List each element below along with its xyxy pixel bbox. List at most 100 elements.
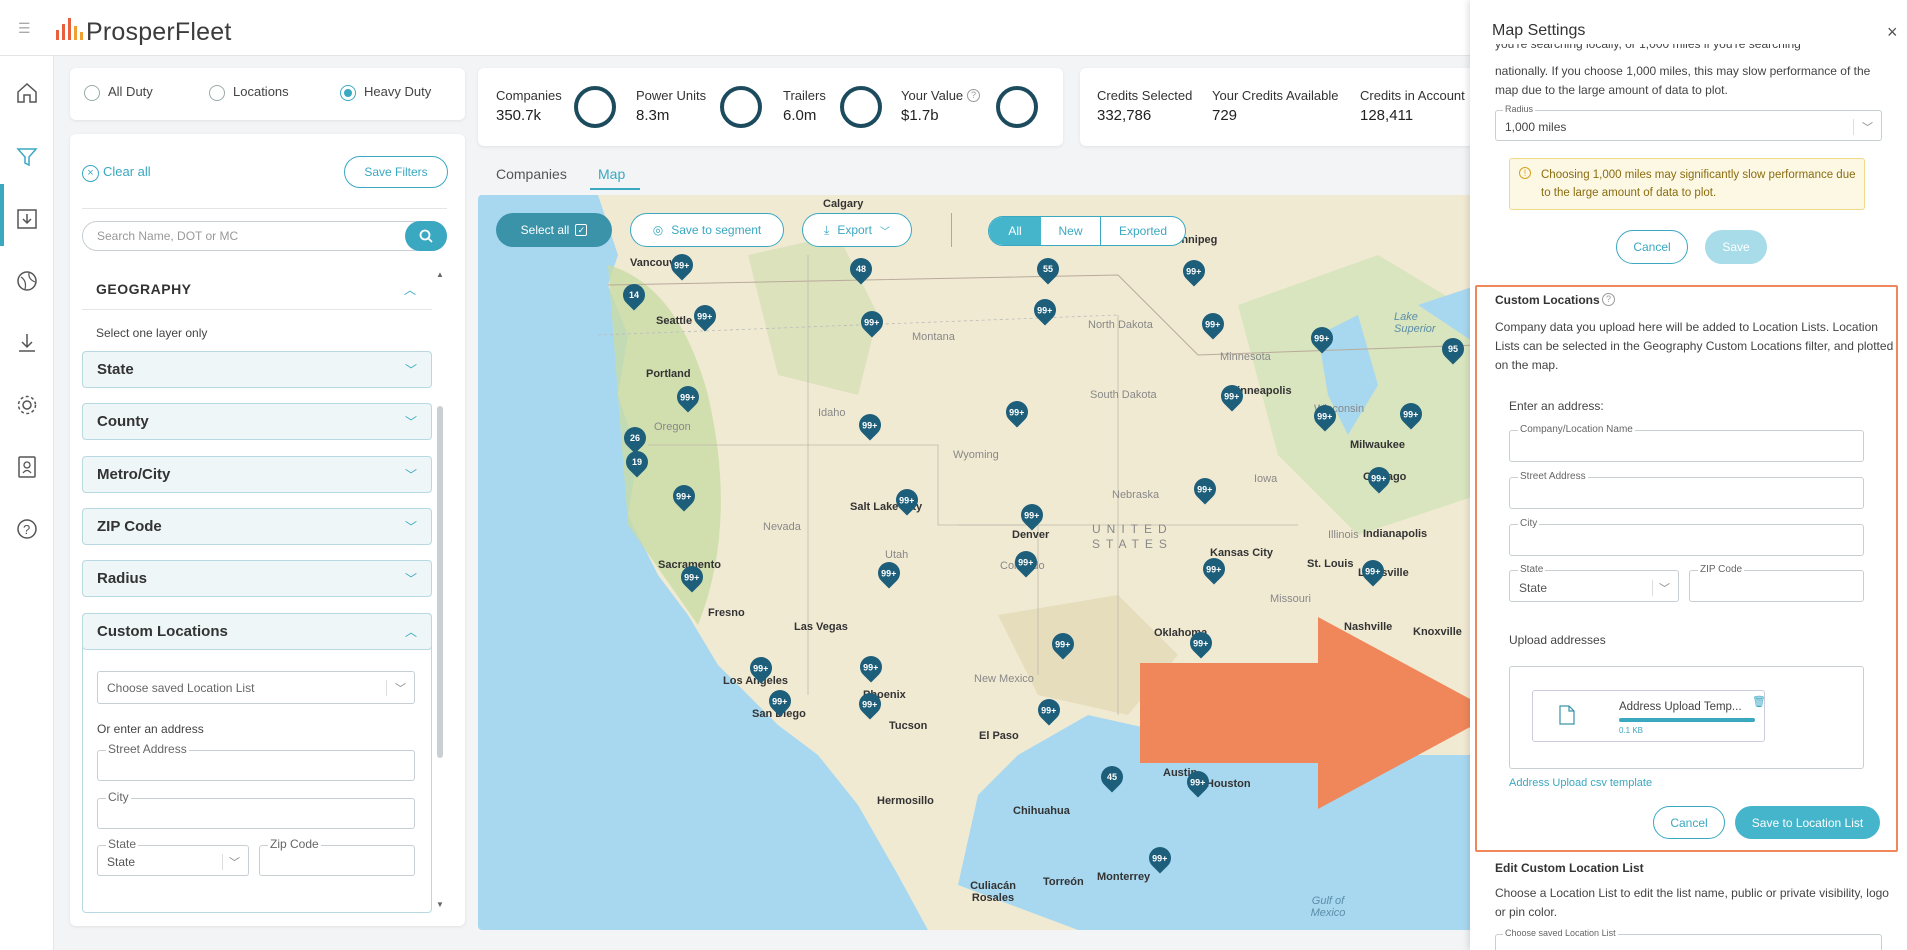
select-all-button[interactable]: Select all ✓ (496, 213, 612, 247)
warning-text: Choosing 1,000 miles may significantly s… (1541, 169, 1856, 199)
csv-template-link[interactable]: Address Upload csv template (1509, 777, 1652, 789)
stat-trailers-label: Trailers (783, 88, 826, 103)
filter-icon[interactable] (10, 140, 44, 174)
pin-count: 99+ (1037, 305, 1053, 315)
region-label: UNITED (1092, 522, 1173, 536)
region-label: STATES (1092, 537, 1173, 551)
trash-icon[interactable]: 🗑 (1752, 695, 1766, 708)
highlight-arrow-icon (1140, 617, 1496, 809)
filter-custom-locations[interactable]: Custom Locations ︿ (82, 613, 432, 650)
search-button[interactable] (405, 221, 447, 251)
radius-intro: nationally. If you choose 1,000 miles, t… (1495, 64, 1871, 97)
info-icon[interactable]: ? (967, 89, 980, 102)
radio-icon[interactable] (84, 84, 100, 101)
chevron-down-icon: ﹀ (404, 363, 417, 377)
pin-count: 45 (1106, 772, 1118, 783)
filter-county-label: County (97, 413, 149, 430)
pin-count: 99+ (697, 311, 713, 321)
warning-icon: ! (1519, 167, 1531, 179)
tab-map[interactable]: Map (598, 166, 625, 182)
value-ring (996, 86, 1038, 128)
upload-addresses-title: Upload addresses (1509, 633, 1606, 647)
chevron-down-icon: ﹀ (1853, 119, 1873, 135)
filter-all-button[interactable]: All (989, 217, 1041, 245)
upload-dropzone[interactable]: Address Upload Temp... 0.1 KB 🗑 (1509, 666, 1864, 769)
filter-metro-city[interactable]: Metro/City ﹀ (82, 456, 432, 493)
city-label: Torreón (1043, 876, 1084, 888)
filter-state[interactable]: State ﹀ (82, 351, 432, 388)
help-icon[interactable]: ? (1602, 293, 1615, 306)
city-input[interactable] (1509, 524, 1864, 556)
download-icon[interactable] (10, 326, 44, 360)
filter-zip-code[interactable]: ZIP Code ﹀ (82, 508, 432, 545)
chevron-up-icon[interactable]: ︿ (404, 281, 416, 298)
street-address-label: Street Address (106, 742, 189, 756)
region-label: Lake Superior (1394, 311, 1436, 335)
choose-location-list-select[interactable]: Choose saved Location List ﹀ (97, 671, 415, 704)
tab-companies[interactable]: Companies (496, 166, 567, 182)
scrollbar-thumb[interactable] (437, 406, 443, 758)
save-to-segment-button[interactable]: ◎ Save to segment (630, 213, 784, 247)
logo-text[interactable]: ProsperFleet (86, 18, 232, 47)
svg-text:?: ? (23, 522, 30, 537)
region-label: Iowa (1254, 473, 1278, 485)
location-cancel-button[interactable]: Cancel (1653, 806, 1725, 839)
region-label: Oregon (654, 421, 691, 433)
radio-checked-icon[interactable] (340, 84, 356, 101)
checkbox-checked-icon[interactable]: ✓ (575, 224, 588, 236)
download-box-icon[interactable] (10, 202, 44, 236)
city-label: Kansas City (1210, 547, 1273, 559)
pin-count: 99+ (1314, 333, 1330, 343)
close-icon[interactable]: × (1887, 22, 1898, 43)
duty-option-heavy[interactable]: Heavy Duty (340, 84, 431, 101)
city-label: City (106, 790, 131, 804)
filter-scrollbar[interactable]: ▲ ▼ (436, 270, 444, 910)
home-icon[interactable] (10, 76, 44, 110)
pin-count: 14 (628, 290, 640, 301)
radius-cancel-button[interactable]: Cancel (1616, 230, 1688, 264)
radius-save-button[interactable]: Save (1705, 230, 1767, 264)
file-icon (1559, 705, 1575, 725)
menu-icon[interactable]: ☰ (18, 20, 31, 37)
credits-account-value: 128,411 (1360, 107, 1414, 124)
radius-select[interactable]: 1,000 miles ﹀ (1495, 110, 1882, 141)
city-label: Culiacán Rosales (970, 880, 1016, 904)
gear-icon[interactable] (10, 388, 44, 422)
clear-all-link[interactable]: × Clear all (82, 164, 151, 182)
city-label: Denver (1012, 529, 1050, 541)
pin-count: 99+ (674, 260, 690, 270)
save-to-location-list-button[interactable]: Save to Location List (1735, 806, 1880, 839)
help-icon[interactable]: ? (10, 512, 44, 546)
filter-radius[interactable]: Radius ﹀ (82, 560, 432, 597)
city-input[interactable] (97, 798, 415, 829)
state-label: State (1518, 564, 1546, 575)
duty-option-label: All Duty (108, 84, 153, 99)
filter-state-label: State (97, 361, 134, 378)
export-button[interactable]: ⤓ Export ﹀ (802, 213, 912, 247)
scroll-up-icon[interactable]: ▲ (436, 270, 444, 279)
filter-new-button[interactable]: New (1041, 217, 1101, 245)
map-canvas[interactable]: Vancouver Seattle Portland Sacramento Fr… (478, 195, 1478, 930)
pin-count: 99+ (1365, 566, 1381, 576)
download-icon: ⤓ (824, 222, 830, 237)
city-label: Fresno (708, 607, 745, 619)
save-filters-button[interactable]: Save Filters (344, 156, 448, 188)
power-units-ring (720, 86, 762, 128)
pin-count: 99+ (1186, 266, 1202, 276)
duty-option-all[interactable]: All Duty (84, 84, 153, 101)
pin-count: 99+ (881, 568, 897, 578)
region-label: Nebraska (1112, 489, 1160, 501)
search-input[interactable]: Search Name, DOT or MC (82, 221, 447, 251)
stat-power-units-value: 8.3m (636, 107, 670, 124)
region-label: Nevada (763, 521, 801, 533)
scroll-down-icon[interactable]: ▼ (436, 900, 444, 909)
radio-icon[interactable] (209, 84, 225, 101)
region-label: Gulf of Mexico (1310, 895, 1346, 919)
filter-exported-button[interactable]: Exported (1101, 217, 1185, 245)
duty-option-locations[interactable]: Locations (209, 84, 289, 101)
region-label: Idaho (818, 407, 846, 419)
contact-card-icon[interactable] (10, 450, 44, 484)
filter-county[interactable]: County ﹀ (82, 403, 432, 440)
city-label: City (1518, 518, 1540, 529)
globe-icon[interactable] (10, 264, 44, 298)
